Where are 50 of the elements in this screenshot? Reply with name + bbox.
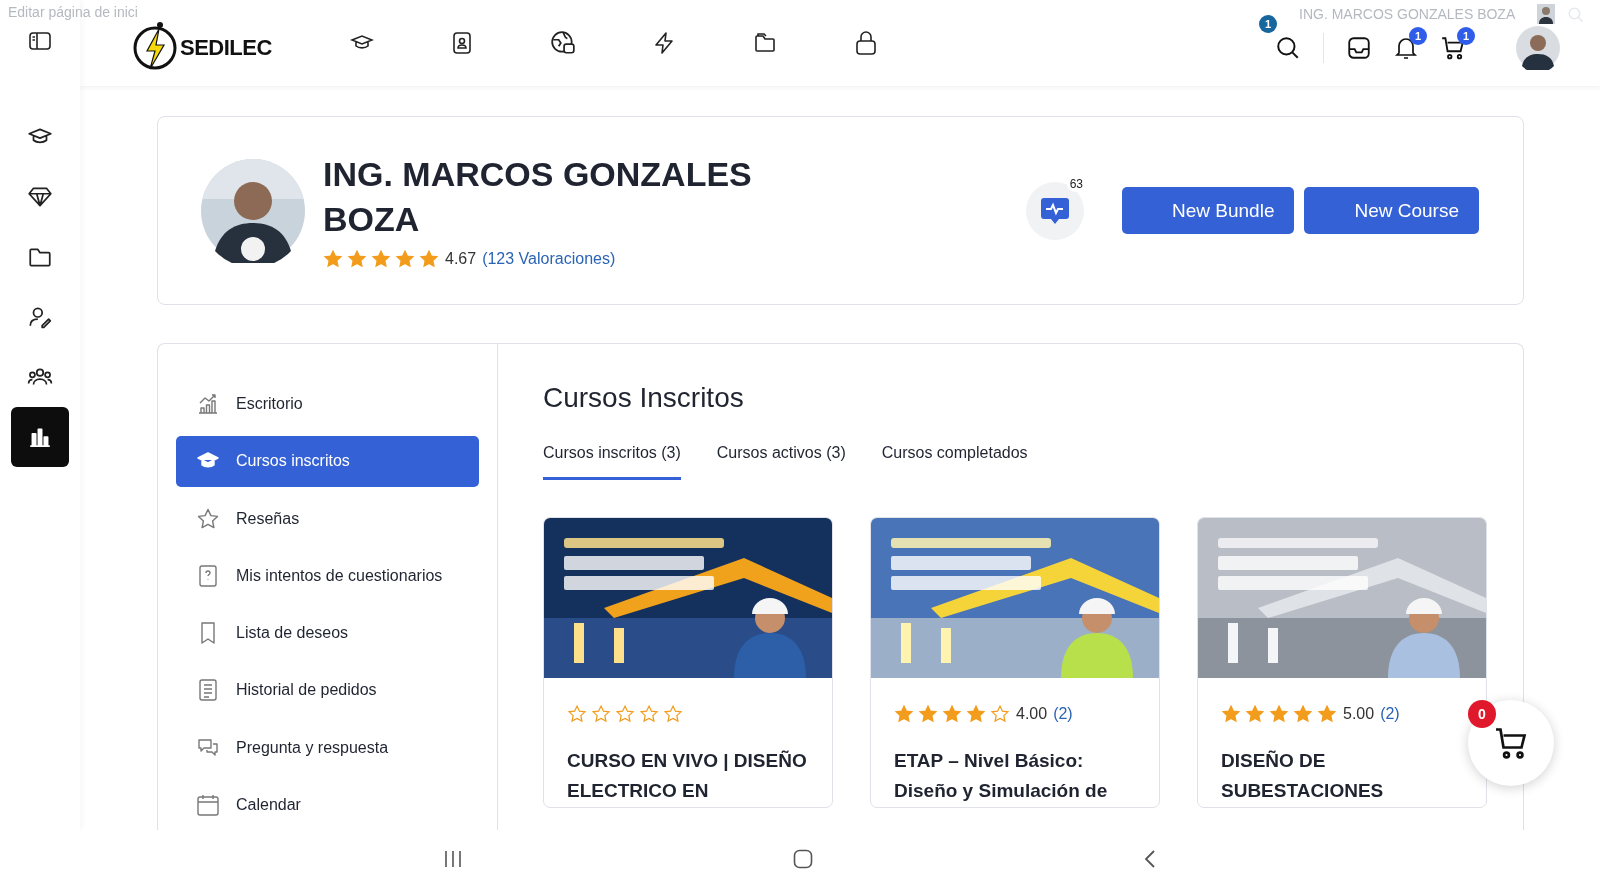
menu-item[interactable]: Reseñas: [176, 493, 479, 544]
section-title: Cursos Inscritos: [543, 382, 745, 414]
menu-item[interactable]: Pregunta y respuesta: [176, 722, 479, 773]
rating-value: 4.67: [445, 249, 477, 268]
search-icon: [1567, 6, 1585, 24]
rail-item[interactable]: [11, 407, 69, 467]
page-hint: Editar página de inici: [8, 4, 138, 20]
course-title[interactable]: ETAP – Nivel Básico: Diseño y Simulación de: [894, 746, 1139, 807]
course-title[interactable]: CURSO EN VIVO | DISEÑO ELECTRICO EN: [567, 746, 812, 807]
recent-apps-icon[interactable]: [443, 850, 463, 868]
globe-icon[interactable]: [549, 30, 576, 56]
home-icon[interactable]: [793, 849, 813, 869]
search-icon[interactable]: [1275, 35, 1301, 61]
back-icon[interactable]: [1143, 849, 1157, 869]
cart-icon: [1493, 725, 1529, 761]
menu-icon: [196, 392, 220, 417]
menu-item[interactable]: Lista de deseos: [176, 608, 479, 659]
tab[interactable]: Cursos inscritos (3): [543, 444, 681, 480]
menu-item[interactable]: Cursos inscritos: [176, 436, 479, 487]
count-badge: 1: [1259, 15, 1277, 33]
menu-item[interactable]: Mis intentos de cuestionarios: [176, 550, 479, 601]
avatar: [1537, 4, 1555, 24]
lock-icon[interactable]: [853, 30, 878, 56]
course-title[interactable]: DISEÑO DE SUBESTACIONES: [1221, 746, 1466, 807]
tab[interactable]: Cursos completados: [881, 444, 1028, 480]
review-count: (2): [1053, 705, 1073, 723]
menu-item[interactable]: Calendar: [176, 779, 479, 830]
reviews-link[interactable]: (123 Valoraciones): [482, 249, 616, 268]
tab[interactable]: Cursos activos (3): [716, 444, 846, 480]
user-name: ING. MARCOS GONZALES BOZA: [1299, 6, 1516, 22]
menu-icon: [196, 792, 220, 817]
menu-icon: [196, 506, 220, 531]
action-button[interactable]: New Course: [1304, 187, 1479, 234]
menu-icon: [196, 563, 220, 588]
brand-name: SEDILEC: [180, 35, 272, 61]
inbox-icon[interactable]: [1346, 35, 1372, 61]
action-button[interactable]: New Bundle: [1122, 187, 1295, 234]
notification-badge: 1: [1409, 27, 1427, 45]
menu-icon: [196, 678, 220, 703]
course-card[interactable]: 4.00 (2) ETAP – Nivel Básico: Diseño y Simulación de: [870, 517, 1160, 808]
avatar[interactable]: [1516, 26, 1560, 70]
menu-item[interactable]: Escritorio: [176, 379, 479, 430]
review-count: (2): [1380, 705, 1400, 723]
course-card[interactable]: CURSO EN VIVO | DISEÑO ELECTRICO EN: [543, 517, 833, 808]
rating-value: 5.00: [1343, 705, 1375, 723]
sidebar-toggle-icon[interactable]: [28, 31, 52, 51]
menu-item[interactable]: Historial de pedidos: [176, 665, 479, 716]
cart-badge: 1: [1457, 27, 1475, 45]
profile-name: ING. MARCOS GONZALES BOZA: [323, 154, 753, 240]
rating-value: 4.00: [1016, 705, 1048, 723]
